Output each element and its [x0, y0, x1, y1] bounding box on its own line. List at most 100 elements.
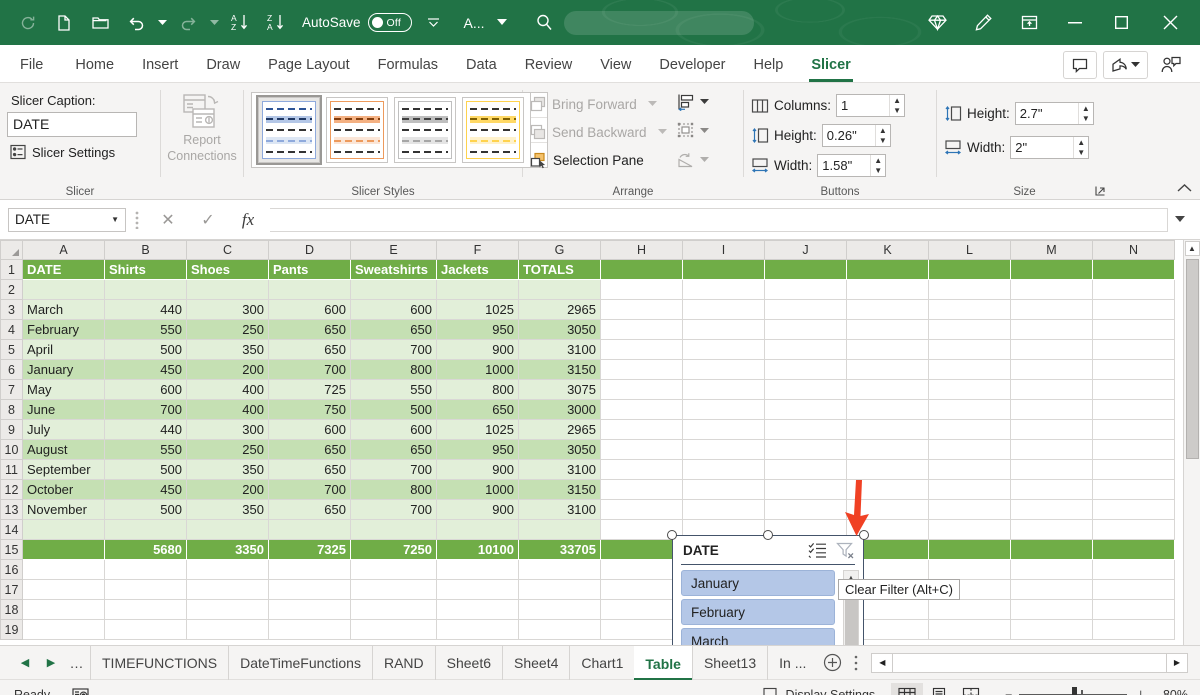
sheet-tab-timefunctions[interactable]: TIMEFUNCTIONS — [90, 646, 228, 680]
cell-l16[interactable] — [929, 560, 1011, 580]
column-header-k[interactable]: K — [847, 241, 929, 260]
cell-d5[interactable]: 650 — [269, 340, 351, 360]
cell-d3[interactable]: 600 — [269, 300, 351, 320]
row-header-13[interactable]: 13 — [1, 500, 23, 520]
row-header-11[interactable]: 11 — [1, 460, 23, 480]
cell-j3[interactable] — [765, 300, 847, 320]
cell-d1[interactable]: Pants — [269, 260, 351, 280]
cell-i2[interactable] — [683, 280, 765, 300]
cell-b7[interactable]: 600 — [105, 380, 187, 400]
cell-l19[interactable] — [929, 620, 1011, 640]
rotate-objects-button[interactable] — [677, 147, 709, 173]
cell-l13[interactable] — [929, 500, 1011, 520]
page-break-preview-button[interactable] — [955, 683, 987, 695]
cell-d9[interactable]: 600 — [269, 420, 351, 440]
cell-n10[interactable] — [1093, 440, 1175, 460]
row-header-10[interactable]: 10 — [1, 440, 23, 460]
cell-a6[interactable]: January — [23, 360, 105, 380]
insert-function-icon[interactable]: fx — [228, 207, 268, 233]
cell-c11[interactable]: 350 — [187, 460, 269, 480]
cell-d6[interactable]: 700 — [269, 360, 351, 380]
cell-d17[interactable] — [269, 580, 351, 600]
share-button[interactable] — [1103, 51, 1148, 79]
cell-c5[interactable]: 350 — [187, 340, 269, 360]
sheet-tab-chart1[interactable]: Chart1 — [569, 646, 634, 680]
rotate-dropdown-icon[interactable] — [700, 157, 709, 163]
collapse-ribbon-button[interactable] — [1177, 181, 1192, 196]
cell-f18[interactable] — [437, 600, 519, 620]
cell-l11[interactable] — [929, 460, 1011, 480]
cell-c14[interactable] — [187, 520, 269, 540]
cell-j11[interactable] — [765, 460, 847, 480]
cell-g15[interactable]: 33705 — [519, 540, 601, 560]
cell-h5[interactable] — [601, 340, 683, 360]
cell-l10[interactable] — [929, 440, 1011, 460]
row-header-4[interactable]: 4 — [1, 320, 23, 340]
cell-g10[interactable]: 3050 — [519, 440, 601, 460]
columns-control[interactable]: Columns: ▲▼ — [751, 91, 905, 120]
cell-n8[interactable] — [1093, 400, 1175, 420]
enter-formula-icon[interactable]: ✓ — [188, 207, 228, 233]
sheet-tab-sheet13[interactable]: Sheet13 — [692, 646, 767, 680]
size-height-down-icon[interactable]: ▼ — [1079, 114, 1093, 125]
slicer-item-february[interactable]: February — [681, 599, 835, 625]
size-width-spinner[interactable]: ▲▼ — [1010, 136, 1089, 159]
cell-h9[interactable] — [601, 420, 683, 440]
slicer-settings-button[interactable]: Slicer Settings — [10, 144, 115, 160]
select-all-corner[interactable] — [1, 241, 23, 260]
cell-c17[interactable] — [187, 580, 269, 600]
size-height-up-icon[interactable]: ▲ — [1079, 103, 1093, 114]
cell-d16[interactable] — [269, 560, 351, 580]
cell-m1[interactable] — [1011, 260, 1093, 280]
cell-n2[interactable] — [1093, 280, 1175, 300]
tab-page-layout[interactable]: Page Layout — [254, 48, 363, 82]
cell-k1[interactable] — [847, 260, 929, 280]
size-height-spinner[interactable]: ▲▼ — [1015, 102, 1094, 125]
cell-h3[interactable] — [601, 300, 683, 320]
cell-c6[interactable]: 200 — [187, 360, 269, 380]
cell-d7[interactable]: 725 — [269, 380, 351, 400]
tab-review[interactable]: Review — [511, 48, 587, 82]
cell-a7[interactable]: May — [23, 380, 105, 400]
cell-e4[interactable]: 650 — [351, 320, 437, 340]
cell-a18[interactable] — [23, 600, 105, 620]
cell-b15[interactable]: 5680 — [105, 540, 187, 560]
size-height-input[interactable] — [1016, 103, 1078, 124]
cell-d14[interactable] — [269, 520, 351, 540]
cell-b10[interactable]: 550 — [105, 440, 187, 460]
slicer-style-blue[interactable] — [258, 97, 320, 163]
cell-e13[interactable]: 700 — [351, 500, 437, 520]
scroll-up-icon[interactable]: ▲ — [1185, 241, 1200, 256]
redo-dropdown-icon[interactable] — [206, 6, 222, 40]
display-settings-button[interactable]: Display Settings — [763, 687, 876, 695]
cell-a3[interactable]: March — [23, 300, 105, 320]
cell-m8[interactable] — [1011, 400, 1093, 420]
sort-ascending-icon[interactable]: A Z — [222, 6, 258, 40]
cell-n16[interactable] — [1093, 560, 1175, 580]
cell-m18[interactable] — [1011, 600, 1093, 620]
cell-a10[interactable]: August — [23, 440, 105, 460]
slicer-style-yellow[interactable] — [462, 97, 524, 163]
cell-e6[interactable]: 800 — [351, 360, 437, 380]
align-objects-button[interactable] — [677, 89, 709, 115]
size-width-down-icon[interactable]: ▼ — [1074, 148, 1088, 159]
cell-f19[interactable] — [437, 620, 519, 640]
cell-l6[interactable] — [929, 360, 1011, 380]
cell-f8[interactable]: 650 — [437, 400, 519, 420]
cell-g7[interactable]: 3075 — [519, 380, 601, 400]
cell-l3[interactable] — [929, 300, 1011, 320]
add-sheet-button[interactable] — [817, 653, 847, 672]
cell-d12[interactable]: 700 — [269, 480, 351, 500]
cell-b11[interactable]: 500 — [105, 460, 187, 480]
horizontal-scrollbar[interactable]: ◀ ▶ — [871, 652, 1188, 674]
refresh-icon[interactable] — [10, 6, 46, 40]
customize-qat-icon[interactable] — [426, 6, 442, 40]
slicer-item-march[interactable]: March — [681, 628, 835, 645]
button-height-down-icon[interactable]: ▼ — [876, 136, 890, 147]
cell-l8[interactable] — [929, 400, 1011, 420]
sheet-next-icon[interactable]: ▶ — [38, 650, 64, 676]
comments-button[interactable] — [1063, 51, 1097, 79]
cell-i5[interactable] — [683, 340, 765, 360]
cell-m7[interactable] — [1011, 380, 1093, 400]
cell-k2[interactable] — [847, 280, 929, 300]
